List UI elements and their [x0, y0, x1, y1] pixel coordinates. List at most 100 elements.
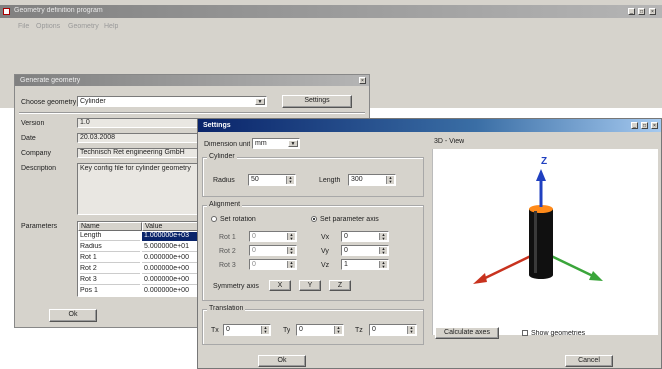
- generate-ok-button[interactable]: Ok: [49, 309, 97, 322]
- parameters-table[interactable]: Name Value Length 1.000000e+03 Radius 5.…: [77, 221, 207, 297]
- rot-1-value: 0: [252, 233, 256, 240]
- settings-title: Settings: [203, 122, 231, 129]
- spin-arrows-icon[interactable]: ▲ ▼: [286, 176, 294, 184]
- spin-arrows-icon[interactable]: ▲ ▼: [287, 233, 295, 241]
- spin-arrows-icon[interactable]: ▲ ▼: [287, 261, 295, 269]
- description-text: Key config file for cylinder geometry: [80, 165, 191, 172]
- alignment-group: Alignment Set rotation Set parameter axi…: [202, 201, 424, 301]
- cylinder-shape: [529, 205, 553, 279]
- ty-value: 0: [299, 326, 303, 333]
- rot-1-label: Rot 1: [219, 234, 236, 241]
- spin-arrows-icon[interactable]: ▲ ▼: [379, 247, 387, 255]
- vy-spinner[interactable]: 0 ▲ ▼: [341, 245, 389, 256]
- vx-spinner[interactable]: 0 ▲ ▼: [341, 231, 389, 242]
- set-parameter-axis-label: Set parameter axis: [320, 216, 379, 223]
- symmetry-y-button[interactable]: Y: [299, 280, 321, 291]
- vz-spinner[interactable]: 1 ▲ ▼: [341, 259, 389, 270]
- version-field[interactable]: 1.0: [77, 118, 207, 128]
- symmetry-axis-label: Symmetry axis: [213, 283, 259, 290]
- rot-3-label: Rot 3: [219, 262, 236, 269]
- settings-cancel-button[interactable]: Cancel: [565, 355, 613, 367]
- settings-titlebar: Settings _ □ ×: [198, 119, 661, 132]
- radius-label: Radius: [213, 177, 235, 184]
- vz-label: Vz: [321, 262, 330, 269]
- rot-2-label: Rot 2: [219, 248, 236, 255]
- ty-spinner[interactable]: 0 ▲ ▼: [296, 324, 344, 336]
- show-geometries-checkbox[interactable]: [522, 330, 528, 336]
- generate-dialog-title: Generate geometry: [20, 77, 81, 84]
- y-axis-green: [544, 251, 603, 281]
- settings-maximize-button[interactable]: □: [641, 122, 648, 129]
- menu-geometry[interactable]: Geometry: [68, 23, 99, 30]
- dimension-unit-combo[interactable]: mm ▼: [252, 138, 300, 149]
- table-row-name[interactable]: Length: [80, 232, 140, 241]
- chevron-down-icon[interactable]: ▼: [288, 140, 298, 147]
- symmetry-z-button[interactable]: Z: [329, 280, 351, 291]
- table-row-name[interactable]: Rot 3: [80, 276, 140, 285]
- vx-value: 0: [344, 233, 348, 240]
- date-field[interactable]: 20.03.2008: [77, 133, 207, 143]
- vz-value: 1: [344, 261, 348, 268]
- show-geometries-label: Show geometries: [531, 330, 586, 337]
- menu-help[interactable]: Help: [104, 23, 118, 30]
- company-label: Company: [21, 150, 51, 157]
- dimension-unit-label: Dimension unit: [204, 141, 251, 148]
- table-row-name[interactable]: Rot 1: [80, 254, 140, 263]
- spin-arrows-icon[interactable]: ▲ ▼: [334, 326, 342, 334]
- spin-arrows-icon[interactable]: ▲ ▼: [287, 247, 295, 255]
- spin-arrows-icon[interactable]: ▲ ▼: [407, 326, 415, 334]
- description-field[interactable]: Key config file for cylinder geometry: [77, 163, 207, 215]
- menu-options[interactable]: Options: [36, 23, 60, 30]
- radius-value: 50: [251, 176, 259, 183]
- app-title: Geometry definition program: [14, 7, 103, 14]
- tx-label: Tx: [211, 327, 219, 334]
- rot-2-spinner[interactable]: 0 ▲ ▼: [249, 245, 297, 256]
- view-3d-panel[interactable]: Z: [432, 149, 658, 335]
- symmetry-x-button[interactable]: X: [269, 280, 291, 291]
- rot-3-value: 0: [252, 261, 256, 268]
- app-icon: [3, 8, 10, 15]
- settings-close-button[interactable]: ×: [651, 122, 658, 129]
- coordinate-axes-graphic: [473, 169, 603, 284]
- spin-arrows-icon[interactable]: ▲ ▼: [261, 326, 269, 334]
- length-spinner[interactable]: 300 ▲ ▼: [348, 174, 396, 186]
- radius-spinner[interactable]: 50 ▲ ▼: [248, 174, 296, 186]
- chevron-down-icon[interactable]: ▼: [255, 98, 265, 105]
- z-axis-label: Z: [541, 156, 548, 167]
- close-button[interactable]: ×: [649, 8, 656, 15]
- settings-minimize-button[interactable]: _: [631, 122, 638, 129]
- table-row-name[interactable]: Pos 1: [80, 287, 140, 296]
- alignment-group-title: Alignment: [207, 201, 243, 208]
- tx-spinner[interactable]: 0 ▲ ▼: [223, 324, 271, 336]
- tz-spinner[interactable]: 0 ▲ ▼: [369, 324, 417, 336]
- set-parameter-axis-radio[interactable]: [311, 216, 317, 222]
- tz-value: 0: [372, 326, 376, 333]
- table-row-name[interactable]: Radius: [80, 243, 140, 252]
- vy-value: 0: [344, 247, 348, 254]
- parameters-label: Parameters: [21, 223, 58, 230]
- generate-dialog-close-button[interactable]: ×: [359, 77, 366, 84]
- generate-dialog-titlebar: Generate geometry ×: [15, 75, 369, 86]
- set-rotation-radio[interactable]: [211, 216, 217, 222]
- menu-file[interactable]: File: [18, 23, 29, 30]
- calculate-axes-button[interactable]: Calculate axes: [435, 327, 499, 339]
- choose-geometry-label: Choose geometry: [21, 99, 77, 106]
- maximize-button[interactable]: □: [638, 8, 645, 15]
- z-axis-blue: [536, 169, 546, 207]
- length-label: Length: [319, 177, 341, 184]
- rot-3-spinner[interactable]: 0 ▲ ▼: [249, 259, 297, 270]
- table-row-name[interactable]: Rot 2: [80, 265, 140, 274]
- spin-arrows-icon[interactable]: ▲ ▼: [379, 233, 387, 241]
- company-field[interactable]: Technisch Ret engineering GmbH: [77, 148, 207, 158]
- settings-button[interactable]: Settings: [282, 95, 352, 108]
- spin-arrows-icon[interactable]: ▲ ▼: [386, 176, 394, 184]
- minimize-button[interactable]: _: [628, 8, 635, 15]
- spin-arrows-icon[interactable]: ▲ ▼: [379, 261, 387, 269]
- rot-1-spinner[interactable]: 0 ▲ ▼: [249, 231, 297, 242]
- main-titlebar: Geometry definition program _ □ ×: [0, 5, 662, 18]
- cylinder-group: Cylinder Radius 50 ▲ ▼ Length 300 ▲ ▼: [202, 153, 424, 197]
- column-header-name[interactable]: Name: [78, 222, 142, 231]
- settings-ok-button[interactable]: Ok: [258, 355, 306, 367]
- description-label: Description: [21, 165, 57, 172]
- choose-geometry-combo[interactable]: Cylinder ▼: [77, 96, 267, 107]
